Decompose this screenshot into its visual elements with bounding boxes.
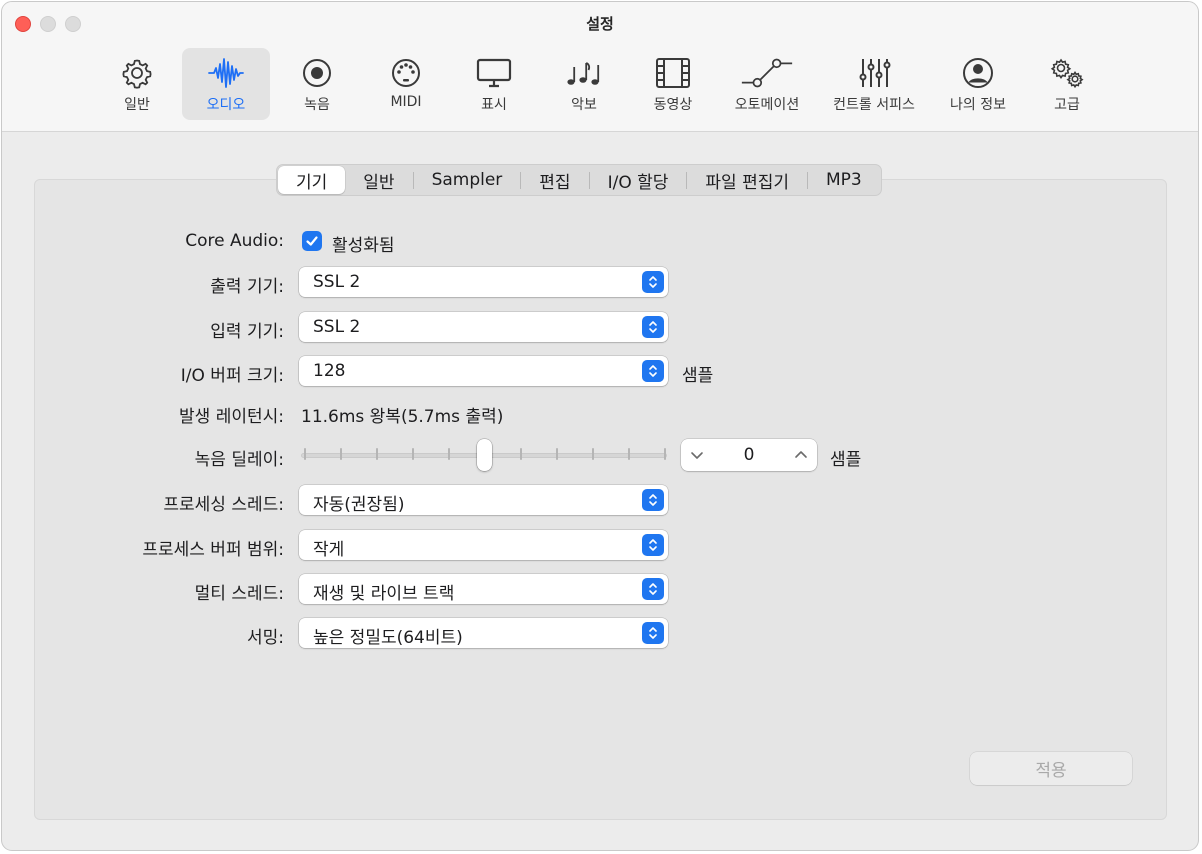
person-icon	[958, 54, 998, 92]
gears-icon	[1047, 54, 1087, 92]
record-delay-slider-knob[interactable]	[477, 439, 492, 471]
toolbar-item-record[interactable]: 녹음	[289, 48, 345, 120]
slider-tick	[628, 448, 630, 460]
tab-io-assignments[interactable]: I/O 할당	[590, 166, 687, 194]
tab-general[interactable]: 일반	[345, 166, 412, 194]
multithreading-popup[interactable]: 재생 및 라이브 트랙	[299, 574, 668, 604]
toolbar-item-label: 컨트롤 서피스	[833, 97, 915, 113]
slider-tick	[664, 448, 666, 460]
automation-curve-icon	[737, 54, 797, 92]
display-icon	[474, 54, 514, 92]
toolbar-item-my-info[interactable]: 나의 정보	[940, 48, 1016, 120]
toolbar-item-label: 녹음	[304, 97, 330, 113]
apply-button[interactable]: 적용	[970, 752, 1132, 785]
record-icon	[297, 54, 337, 92]
processing-threads-label: 프로세싱 스레드:	[163, 495, 284, 515]
multithreading-value: 재생 및 라이브 트랙	[313, 584, 455, 604]
io-buffer-value: 128	[313, 361, 346, 381]
io-buffer-label: I/O 버퍼 크기:	[180, 366, 284, 386]
toolbar-item-automation[interactable]: 오토메이션	[724, 48, 810, 120]
music-notes-icon	[564, 54, 604, 92]
film-icon	[653, 54, 693, 92]
output-device-label: 출력 기기:	[210, 277, 284, 297]
multithreading-label: 멀티 스레드:	[194, 584, 284, 604]
tab-file-editor[interactable]: 파일 편집기	[687, 166, 807, 194]
input-device-popup[interactable]: SSL 2	[299, 312, 668, 342]
output-device-popup[interactable]: SSL 2	[299, 267, 668, 297]
record-delay-label: 녹음 딜레이:	[194, 450, 284, 470]
toolbar-item-label: 일반	[124, 97, 150, 113]
slider-tick	[412, 448, 414, 460]
toolbar-item-label: 표시	[481, 97, 507, 113]
gear-icon	[117, 54, 157, 92]
toolbar: 설정 일반 오디오 녹음 MIDI 표시 악보 동영상 오토메이션 컨트롤 서피…	[2, 2, 1198, 132]
slider-tick	[556, 448, 558, 460]
process-buffer-range-popup[interactable]: 작게	[299, 530, 668, 560]
waveform-icon	[206, 54, 246, 92]
slider-tick	[340, 448, 342, 460]
summing-popup[interactable]: 높은 정밀도(64비트)	[299, 618, 668, 648]
record-delay-stepper[interactable]: 0	[681, 439, 817, 471]
processing-threads-value: 자동(권장됨)	[313, 495, 405, 515]
toolbar-item-label: 악보	[571, 97, 597, 113]
process-buffer-range-label: 프로세스 버퍼 범위:	[142, 540, 284, 560]
toolbar-item-movie[interactable]: 동영상	[643, 48, 703, 120]
tab-mp3[interactable]: MP3	[808, 166, 880, 194]
toolbar-item-audio[interactable]: 오디오	[182, 48, 270, 120]
toolbar-item-label: 오디오	[206, 97, 246, 113]
core-audio-checkbox-label[interactable]: 활성화됨	[332, 231, 395, 256]
toolbar-item-label: 오토메이션	[734, 97, 800, 113]
record-delay-unit: 샘플	[830, 450, 862, 470]
toolbar-item-midi[interactable]: MIDI	[378, 48, 434, 120]
slider-tick	[304, 448, 306, 460]
updown-chevron-icon	[642, 534, 664, 556]
toolbar-item-advanced[interactable]: 고급	[1039, 48, 1095, 120]
output-device-value: SSL 2	[313, 272, 361, 292]
toolbar-item-general[interactable]: 일반	[109, 48, 165, 120]
toolbar-item-score[interactable]: 악보	[556, 48, 612, 120]
slider-tick	[448, 448, 450, 460]
checkmark-icon	[306, 236, 318, 246]
updown-chevron-icon	[642, 622, 664, 644]
input-device-value: SSL 2	[313, 317, 361, 337]
updown-chevron-icon	[642, 489, 664, 511]
midi-port-icon	[386, 54, 426, 92]
summing-label: 서밍:	[246, 628, 284, 648]
latency-label: 발생 레이턴시:	[179, 407, 284, 427]
toolbar-item-label: 나의 정보	[950, 97, 1006, 113]
toolbar-item-control-surfaces[interactable]: 컨트롤 서피스	[822, 48, 926, 120]
preferences-window: 설정 일반 오디오 녹음 MIDI 표시 악보 동영상 오토메이션 컨트롤 서피…	[1, 1, 1199, 851]
io-buffer-unit: 샘플	[682, 366, 714, 386]
updown-chevron-icon	[642, 271, 664, 293]
window-title: 설정	[586, 15, 614, 33]
tab-sampler[interactable]: Sampler	[414, 166, 521, 194]
core-audio-label: Core Audio:	[185, 231, 284, 251]
slider-tick	[376, 448, 378, 460]
tab-devices[interactable]: 기기	[278, 166, 346, 194]
slider-tick	[520, 448, 522, 460]
faders-icon	[854, 54, 894, 92]
toolbar-item-display[interactable]: 표시	[466, 48, 522, 120]
updown-chevron-icon	[642, 360, 664, 382]
chevron-up-icon[interactable]	[791, 446, 811, 464]
updown-chevron-icon	[642, 578, 664, 600]
core-audio-checkbox[interactable]	[302, 231, 322, 251]
tab-editing[interactable]: 편집	[521, 166, 588, 194]
slider-tick	[592, 448, 594, 460]
tab-bar: 기기 일반 Sampler 편집 I/O 할당 파일 편집기 MP3	[276, 164, 882, 196]
input-device-label: 입력 기기:	[210, 322, 284, 342]
toolbar-item-label: MIDI	[390, 94, 422, 110]
summing-value: 높은 정밀도(64비트)	[313, 628, 463, 648]
toolbar-item-label: 고급	[1054, 97, 1080, 113]
process-buffer-range-value: 작게	[313, 540, 345, 560]
io-buffer-popup[interactable]: 128	[299, 356, 668, 386]
updown-chevron-icon	[642, 316, 664, 338]
latency-value: 11.6ms 왕복(5.7ms 출력)	[301, 407, 504, 427]
toolbar-item-label: 동영상	[653, 97, 693, 113]
processing-threads-popup[interactable]: 자동(권장됨)	[299, 485, 668, 515]
